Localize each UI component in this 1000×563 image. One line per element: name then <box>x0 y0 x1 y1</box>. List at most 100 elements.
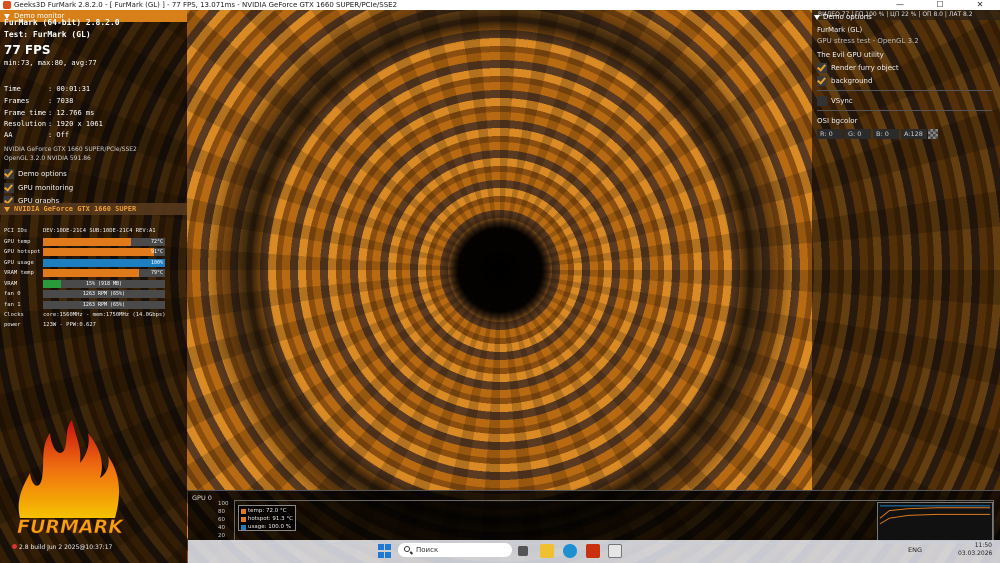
legend-swatch <box>241 508 246 514</box>
sensor-value: 15% (918 MB) <box>85 280 123 287</box>
stat-aa: AA : Off <box>4 131 69 139</box>
window-title: Geeks3D FurMark 2.8.2.0 - [ FurMark (GL)… <box>14 1 398 9</box>
search-placeholder: Поиск <box>416 546 439 554</box>
y-tick: 20 <box>218 533 225 539</box>
sensor-bar: 1263 RPM (65%) <box>43 290 165 298</box>
clock-time: 11:50 <box>974 542 992 549</box>
demo-options-header[interactable]: Demo options <box>814 12 874 22</box>
row-label: VRAM <box>4 280 18 287</box>
search-icon <box>404 546 410 552</box>
sensor-bar-fill <box>43 269 140 277</box>
power-row: power 123W - PPW:0.627 <box>4 320 96 329</box>
language-indicator[interactable]: ENG <box>908 546 922 554</box>
row-label: GPU temp <box>4 238 31 245</box>
edge-browser-icon[interactable] <box>563 544 577 558</box>
opengl-info: OpenGL 3.2.0 NVIDIA 591.86 <box>4 155 91 162</box>
y-tick: 80 <box>218 509 225 515</box>
taskbar-search-input[interactable]: Поиск <box>398 543 512 557</box>
sensor-bar: 100% <box>43 258 165 267</box>
alpha-input[interactable]: A:128 <box>901 129 927 139</box>
close-button[interactable]: ✕ <box>960 0 1000 10</box>
sensor-value: 1263 RPM (65%) <box>82 301 126 308</box>
checkmark-icon <box>817 74 826 85</box>
stat-frames: Frames : 7038 <box>4 97 73 105</box>
furmark-logo: FURMARK <box>17 420 125 538</box>
maximize-button[interactable]: ☐ <box>920 0 960 10</box>
task-view-icon[interactable] <box>518 546 528 556</box>
background-toggle[interactable]: background <box>817 74 872 86</box>
minimize-button[interactable]: — <box>880 0 920 10</box>
legend-label: usage: 100.0 % <box>248 524 291 530</box>
row-value: core:1560MHz - mem:1750MHz (14.0Gbps) <box>43 311 166 318</box>
divider <box>817 90 992 91</box>
legend-swatch <box>241 524 246 530</box>
checkbox[interactable] <box>4 182 14 193</box>
sensor-bar-fill <box>43 237 131 246</box>
row-label: VRAM temp <box>4 270 34 276</box>
checkbox[interactable] <box>817 61 827 73</box>
row-label: power <box>4 321 21 328</box>
stat-value: : 12.766 ms <box>48 109 95 117</box>
windows-start-icon[interactable] <box>378 544 392 558</box>
row-label: fan 1 <box>4 301 21 308</box>
legend-swatch <box>241 516 246 522</box>
sensor-bar-fill <box>43 248 155 256</box>
color-preview-icon[interactable] <box>928 129 938 139</box>
active-window-icon[interactable] <box>608 544 622 558</box>
clocks-row: Clocks core:1560MHz - mem:1750MHz (14.0G… <box>4 310 166 319</box>
y-tick: 60 <box>218 517 225 523</box>
window-titlebar: Geeks3D FurMark 2.8.2.0 - [ FurMark (GL)… <box>0 0 1000 10</box>
sensor-value: 79°C <box>150 270 163 276</box>
checkbox-label: GPU monitoring <box>18 184 74 192</box>
stat-label: Frames <box>4 97 30 105</box>
gpu-sensor-row: GPU hotspot 91°C <box>4 248 165 257</box>
row-label: PCI IDs <box>4 227 28 234</box>
stat-value: : 00:01:31 <box>48 85 91 93</box>
hotspot-line <box>879 507 991 519</box>
clock-date: 03.03.2026 <box>958 550 993 557</box>
sensor-bar: 1263 RPM (65%) <box>43 300 165 309</box>
render-furry-toggle[interactable]: Render furry object <box>817 61 899 73</box>
stat-value: : 7038 <box>48 97 74 105</box>
legend-label: temp: 72.0 °C <box>248 508 287 514</box>
checkbox[interactable] <box>4 168 14 179</box>
app-icon <box>3 1 11 9</box>
vsync-toggle[interactable]: VSync <box>817 95 853 106</box>
gpu-name: NVIDIA GeForce GTX 1660 SUPER <box>14 205 137 213</box>
app-version: FurMark (64-bit) 2.8.2.0 <box>4 18 120 27</box>
sensor-bar-fill <box>43 258 165 267</box>
stat-value: : Off <box>48 131 70 139</box>
sensor-value: 91°C <box>150 249 163 255</box>
stat-time: Time : 00:01:31 <box>4 85 90 93</box>
gpu-sensor-row: fan 0 1263 RPM (65%) <box>4 290 165 299</box>
graph-legend: temp: 72.0 °C hotspot: 91.3 °C usage: 100.… <box>238 505 296 531</box>
system-clock[interactable]: 11:50 03.03.2026 <box>958 542 992 558</box>
sensor-value: 100% <box>150 259 163 266</box>
sensor-bar: 15% (918 MB) <box>43 279 165 288</box>
green-input[interactable]: G: 0 <box>845 129 871 139</box>
divider <box>817 110 992 111</box>
row-label: fan 0 <box>4 291 21 297</box>
checkbox[interactable] <box>817 74 827 86</box>
build-info: 2.8 build Jun 2 2025@10:37:17 <box>12 544 112 551</box>
stat-frame-time: Frame time: 12.766 ms <box>4 109 94 117</box>
gpu-monitor-header[interactable]: NVIDIA GeForce GTX 1660 SUPER <box>0 203 187 215</box>
gpu-sensor-row: VRAM temp 79°C <box>4 269 165 278</box>
stat-label: Time <box>4 85 21 93</box>
file-explorer-icon[interactable] <box>540 544 554 558</box>
stat-label: AA <box>4 131 13 139</box>
furmark-taskbar-icon[interactable] <box>586 544 600 558</box>
test-subtitle: GPU stress test - OpenGL 3.2 <box>817 37 919 45</box>
checkbox-label: Demo options <box>18 170 67 178</box>
red-input[interactable]: R: 0 <box>817 129 843 139</box>
gpu-sensor-row: fan 1 1263 RPM (65%) <box>4 300 165 309</box>
demo-options-toggle[interactable]: Demo options <box>4 168 67 180</box>
blue-input[interactable]: B: 0 <box>873 129 899 139</box>
checkbox[interactable] <box>817 95 827 106</box>
legend-entry: hotspot: 91.3 °C <box>241 515 293 523</box>
fps-value: 77 FPS <box>4 43 51 57</box>
sensor-value: 1263 RPM (65%) <box>82 291 126 297</box>
gpu-monitoring-toggle[interactable]: GPU monitoring <box>4 182 73 194</box>
checkbox-label: VSync <box>831 96 853 105</box>
row-label: Clocks <box>4 311 24 318</box>
